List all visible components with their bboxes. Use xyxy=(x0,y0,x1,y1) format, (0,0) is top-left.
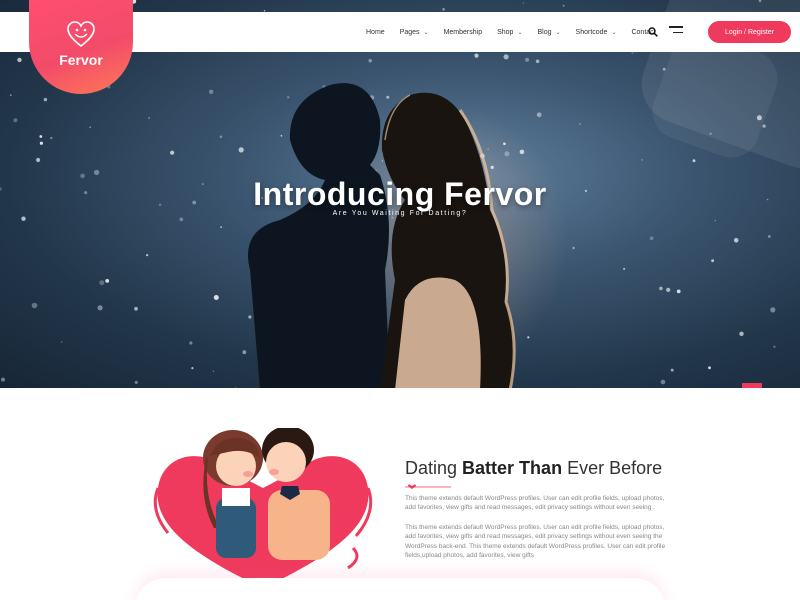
snow-particle xyxy=(474,53,479,58)
heart-divider-icon xyxy=(405,484,451,489)
nav-item-membership[interactable]: Membership xyxy=(444,29,483,36)
snow-particle xyxy=(666,287,671,292)
snow-particle xyxy=(209,89,214,95)
chevron-down-icon: ⌄ xyxy=(555,29,561,36)
snow-particle xyxy=(708,366,711,370)
nav-item-label: Shop xyxy=(497,28,514,36)
section-title-pre: Dating xyxy=(405,458,463,478)
intro-section: Dating Batter Than Ever Before This them… xyxy=(0,388,800,600)
snow-particle xyxy=(768,235,771,238)
search-icon[interactable] xyxy=(648,27,658,37)
snow-particle xyxy=(442,8,445,11)
nav-item-label: Pages xyxy=(399,28,420,36)
snow-particle xyxy=(709,132,712,135)
snow-particle xyxy=(770,307,776,313)
snow-particle xyxy=(39,141,44,145)
snow-particle xyxy=(535,59,540,64)
snow-particle xyxy=(189,341,193,345)
section-title-post: Ever Before xyxy=(562,458,663,478)
snow-particle xyxy=(43,97,48,102)
nav-item-label: Blog xyxy=(537,28,552,36)
snow-particle xyxy=(134,306,138,311)
snow-particle xyxy=(623,267,626,270)
snow-particle xyxy=(134,380,138,384)
couple-silhouette xyxy=(248,83,516,388)
snow-particle xyxy=(670,368,674,372)
nav-item-home[interactable]: Home xyxy=(366,29,385,36)
snow-particle xyxy=(762,124,766,128)
hero-subtitle: Are You Waiting For Datting? xyxy=(332,210,468,217)
snow-particle xyxy=(662,67,666,71)
snow-particle xyxy=(503,54,509,60)
snow-particle xyxy=(739,331,744,336)
hero-title: Introducing Fervor xyxy=(253,176,547,212)
snow-particle xyxy=(711,259,714,263)
chevron-down-icon: ⌄ xyxy=(423,29,429,36)
snow-particle xyxy=(99,280,105,286)
snow-particle xyxy=(89,126,91,129)
snow-particle xyxy=(525,57,530,62)
snow-particle xyxy=(733,238,739,243)
snow-particle xyxy=(368,59,372,63)
snow-particle xyxy=(191,367,194,370)
nav-item-label: Shortcode xyxy=(575,28,608,36)
snow-particle xyxy=(17,57,22,63)
snow-particle xyxy=(692,159,696,163)
snow-particle xyxy=(660,379,666,385)
snow-particle xyxy=(758,0,762,2)
snow-particle xyxy=(9,94,12,97)
snow-particle xyxy=(631,52,634,54)
snow-particle xyxy=(93,169,100,176)
snow-particle xyxy=(649,236,654,241)
snow-particle xyxy=(641,159,643,161)
login-register-button[interactable]: Login / Register xyxy=(708,21,791,43)
intro-paragraph-2: This theme extends default WordPress pro… xyxy=(405,524,666,560)
snow-particle xyxy=(31,302,38,309)
hamburger-icon[interactable] xyxy=(669,26,683,38)
intro-paragraph-1: This theme extends default WordPress pro… xyxy=(405,495,665,512)
snow-particle xyxy=(170,150,175,155)
snow-particle xyxy=(36,157,41,163)
nav-item-blog[interactable]: Blog ⌄ xyxy=(537,29,560,36)
section-title: Dating Batter Than Ever Before xyxy=(405,458,662,479)
nav-item-shortcode[interactable]: Shortcode ⌄ xyxy=(576,29,617,36)
snow-particle xyxy=(1,377,5,382)
snow-particle xyxy=(659,286,663,291)
bottom-card xyxy=(135,578,665,600)
brand-name: Fervor xyxy=(59,52,103,68)
section-title-bold: Batter Than xyxy=(462,458,563,478)
snow-particle xyxy=(148,117,150,119)
chevron-down-icon: ⌄ xyxy=(517,29,523,36)
snow-particle xyxy=(105,279,110,283)
snow-particle xyxy=(562,4,565,7)
snow-particle xyxy=(676,289,681,294)
nav-item-label: Membership xyxy=(443,28,483,36)
main-nav: Home Pages ⌄ Membership Shop ⌄ Blog ⌄ Short… xyxy=(366,12,671,52)
nav-item-shop[interactable]: Shop ⌄ xyxy=(497,29,522,36)
snow-particle xyxy=(13,118,18,123)
nav-item-label: Home xyxy=(366,28,385,36)
snow-particle xyxy=(773,345,776,348)
chevron-down-icon: ⌄ xyxy=(611,29,617,36)
kissing-couple-illustration xyxy=(153,428,373,588)
snow-particle xyxy=(212,370,214,372)
snow-particle xyxy=(97,305,103,311)
snow-particle xyxy=(146,254,149,257)
snow-particle xyxy=(714,219,717,222)
snow-particle xyxy=(39,135,43,138)
heart-logo-icon xyxy=(67,21,95,48)
snow-particle xyxy=(179,217,184,222)
snow-particle xyxy=(50,136,53,140)
snow-particle xyxy=(756,115,762,121)
snow-particle xyxy=(60,341,63,343)
snow-particle xyxy=(21,216,26,221)
snow-particle xyxy=(213,295,219,300)
nav-item-pages[interactable]: Pages ⌄ xyxy=(400,29,429,36)
snow-particle xyxy=(522,2,525,4)
